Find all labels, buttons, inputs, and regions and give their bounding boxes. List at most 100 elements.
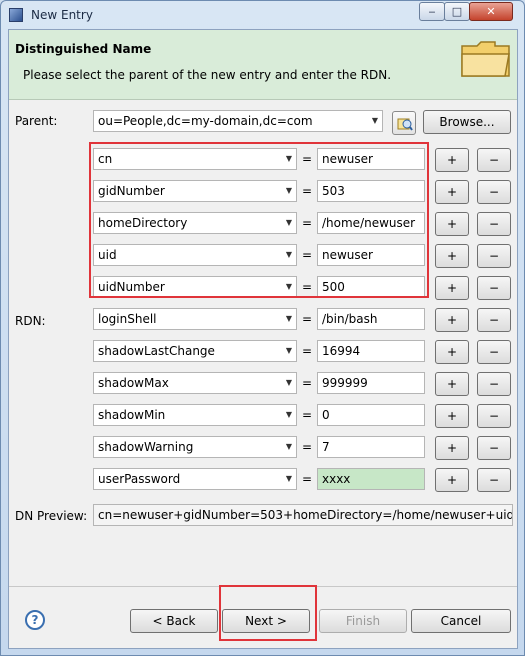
chevron-down-icon[interactable]: ▼ <box>286 245 292 265</box>
parent-label: Parent: <box>15 114 58 128</box>
rdn-value-input[interactable]: 0 <box>317 404 425 426</box>
parent-value: ou=People,dc=my-domain,dc=com <box>98 114 313 128</box>
remove-rdn-button[interactable]: − <box>477 212 511 236</box>
equals-sign: = <box>301 280 313 294</box>
rdn-value-input[interactable]: 503 <box>317 180 425 202</box>
rdn-attribute-combo[interactable]: loginShell ▼ <box>93 308 297 330</box>
add-rdn-button[interactable]: + <box>435 468 469 492</box>
app-icon <box>9 8 23 22</box>
next-button[interactable]: Next > <box>222 609 310 633</box>
wizard-header: Distinguished Name Please select the par… <box>9 30 517 100</box>
equals-sign: = <box>301 312 313 326</box>
equals-sign: = <box>301 184 313 198</box>
equals-sign: = <box>301 440 313 454</box>
equals-sign: = <box>301 344 313 358</box>
rdn-value-input[interactable]: newuser <box>317 148 425 170</box>
rdn-attribute-combo[interactable]: homeDirectory ▼ <box>93 212 297 234</box>
chevron-down-icon[interactable]: ▼ <box>286 149 292 169</box>
remove-rdn-button[interactable]: − <box>477 340 511 364</box>
remove-rdn-button[interactable]: − <box>477 180 511 204</box>
chevron-down-icon[interactable]: ▼ <box>372 111 378 131</box>
remove-rdn-button[interactable]: − <box>477 308 511 332</box>
rdn-value-input[interactable]: /bin/bash <box>317 308 425 330</box>
rdn-value-input[interactable]: 7 <box>317 436 425 458</box>
rdn-attribute-combo[interactable]: gidNumber ▼ <box>93 180 297 202</box>
chevron-down-icon[interactable]: ▼ <box>286 469 292 489</box>
back-label: < Back <box>152 614 196 628</box>
rdn-attribute-combo[interactable]: shadowMin ▼ <box>93 404 297 426</box>
add-rdn-button[interactable]: + <box>435 148 469 172</box>
remove-rdn-button[interactable]: − <box>477 468 511 492</box>
help-icon[interactable]: ? <box>25 610 45 630</box>
rdn-label: RDN: <box>15 314 46 328</box>
rdn-attribute-combo[interactable]: shadowLastChange ▼ <box>93 340 297 362</box>
maximize-button[interactable]: □ <box>444 2 470 21</box>
rdn-attribute-value: homeDirectory <box>98 216 188 230</box>
add-rdn-button[interactable]: + <box>435 436 469 460</box>
rdn-attribute-value: shadowMax <box>98 376 169 390</box>
rdn-attribute-combo[interactable]: shadowWarning ▼ <box>93 436 297 458</box>
folder-icon <box>461 41 510 77</box>
rdn-attribute-combo[interactable]: shadowMax ▼ <box>93 372 297 394</box>
add-rdn-button[interactable]: + <box>435 404 469 428</box>
rdn-attribute-value: cn <box>98 152 113 166</box>
rdn-attribute-value: gidNumber <box>98 184 165 198</box>
rdn-value-input[interactable]: newuser <box>317 244 425 266</box>
equals-sign: = <box>301 152 313 166</box>
dn-preview-field: cn=newuser+gidNumber=503+homeDirectory=/… <box>93 504 513 526</box>
rdn-attribute-combo[interactable]: uidNumber ▼ <box>93 276 297 298</box>
browse-button[interactable]: Browse... <box>423 110 511 134</box>
equals-sign: = <box>301 408 313 422</box>
add-rdn-button[interactable]: + <box>435 372 469 396</box>
chevron-down-icon[interactable]: ▼ <box>286 437 292 457</box>
chevron-down-icon[interactable]: ▼ <box>286 213 292 233</box>
add-rdn-button[interactable]: + <box>435 212 469 236</box>
chevron-down-icon[interactable]: ▼ <box>286 373 292 393</box>
title-bar[interactable]: New Entry ‒ □ ✕ <box>1 1 524 29</box>
dn-preview-label: DN Preview: <box>15 509 88 523</box>
next-label: Next > <box>245 614 287 628</box>
rdn-attribute-value: shadowWarning <box>98 440 194 454</box>
rdn-value-input[interactable]: xxxx <box>317 468 425 490</box>
chevron-down-icon[interactable]: ▼ <box>286 181 292 201</box>
remove-rdn-button[interactable]: − <box>477 276 511 300</box>
footer-separator <box>9 586 517 587</box>
chevron-down-icon[interactable]: ▼ <box>286 277 292 297</box>
add-rdn-button[interactable]: + <box>435 180 469 204</box>
rdn-value-input[interactable]: 16994 <box>317 340 425 362</box>
equals-sign: = <box>301 248 313 262</box>
chevron-down-icon[interactable]: ▼ <box>286 405 292 425</box>
add-rdn-button[interactable]: + <box>435 340 469 364</box>
new-entry-window: New Entry ‒ □ ✕ Distinguished Name Pleas… <box>0 0 525 656</box>
chevron-down-icon[interactable]: ▼ <box>286 341 292 361</box>
equals-sign: = <box>301 216 313 230</box>
remove-rdn-button[interactable]: − <box>477 244 511 268</box>
rdn-value-input[interactable]: /home/newuser <box>317 212 425 234</box>
rdn-value-input[interactable]: 500 <box>317 276 425 298</box>
rdn-attribute-combo[interactable]: userPassword ▼ <box>93 468 297 490</box>
page-description: Please select the parent of the new entr… <box>23 68 392 82</box>
rdn-attribute-combo[interactable]: uid ▼ <box>93 244 297 266</box>
finish-button[interactable]: Finish <box>319 609 407 633</box>
add-rdn-button[interactable]: + <box>435 308 469 332</box>
window-title: New Entry <box>31 8 93 22</box>
rdn-attribute-value: loginShell <box>98 312 157 326</box>
remove-rdn-button[interactable]: − <box>477 372 511 396</box>
back-button[interactable]: < Back <box>130 609 218 633</box>
rdn-value-input[interactable]: 999999 <box>317 372 425 394</box>
chevron-down-icon[interactable]: ▼ <box>286 309 292 329</box>
remove-rdn-button[interactable]: − <box>477 148 511 172</box>
remove-rdn-button[interactable]: − <box>477 436 511 460</box>
equals-sign: = <box>301 472 313 486</box>
rdn-attribute-value: shadowMin <box>98 408 166 422</box>
add-rdn-button[interactable]: + <box>435 276 469 300</box>
browse-entry-icon-button[interactable] <box>392 111 416 135</box>
entry-browser-icon <box>397 118 413 131</box>
add-rdn-button[interactable]: + <box>435 244 469 268</box>
parent-combo[interactable]: ou=People,dc=my-domain,dc=com ▼ <box>93 110 383 132</box>
minimize-button[interactable]: ‒ <box>419 2 445 21</box>
rdn-attribute-combo[interactable]: cn ▼ <box>93 148 297 170</box>
close-button[interactable]: ✕ <box>469 2 513 21</box>
remove-rdn-button[interactable]: − <box>477 404 511 428</box>
cancel-button[interactable]: Cancel <box>411 609 511 633</box>
